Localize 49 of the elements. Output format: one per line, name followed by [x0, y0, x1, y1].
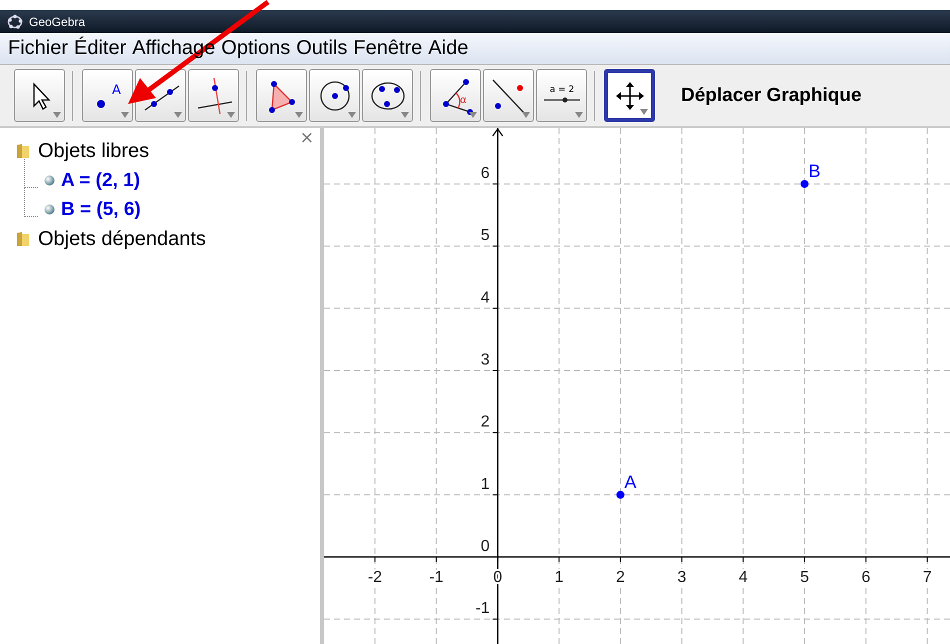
app-icon	[7, 14, 23, 30]
x-tick-label: 2	[616, 568, 625, 586]
x-tick-label: 7	[922, 568, 932, 586]
tool-name: Déplacer Graphique	[681, 84, 862, 106]
menu-item[interactable]: Fenêtre	[353, 37, 422, 60]
menu-item[interactable]: Aide	[428, 37, 468, 60]
y-tick-label: 6	[480, 164, 490, 182]
point-label: B	[808, 160, 821, 181]
object-label[interactable]: B = (5, 6)	[61, 198, 141, 220]
tool-button[interactable]: A	[82, 69, 133, 122]
x-tick-label: -2	[368, 568, 382, 586]
y-tick-label: 5	[480, 227, 490, 244]
point[interactable]	[800, 180, 809, 188]
tool-button[interactable]	[362, 69, 413, 122]
y-tick-label: 4	[480, 289, 490, 306]
tool-button[interactable]	[14, 69, 65, 122]
tool-button[interactable]	[188, 69, 239, 122]
folder-icon	[16, 143, 30, 159]
window-title: GeoGebra	[29, 14, 86, 28]
y-tick-label: 2	[480, 414, 490, 431]
folder-label[interactable]: Objets libres	[38, 140, 150, 162]
point[interactable]	[616, 490, 624, 499]
folder-icon	[16, 231, 30, 247]
point-object-icon	[44, 204, 55, 215]
x-tick-label: 4	[738, 568, 748, 586]
folder-label[interactable]: Objets dépendants	[38, 228, 206, 250]
point-object-icon	[44, 175, 55, 186]
y-tick-label: -1	[475, 600, 490, 618]
close-icon[interactable]: ×	[300, 128, 314, 148]
menu-item[interactable]: Outils	[296, 37, 348, 60]
x-tick-label: -1	[429, 568, 444, 586]
tool-button[interactable]	[256, 69, 307, 122]
tool-button[interactable]	[483, 69, 534, 122]
y-tick-label: 3	[480, 351, 490, 368]
x-tick-label: 3	[677, 568, 686, 586]
menu-item[interactable]: Options	[221, 37, 290, 60]
point-label: A	[624, 472, 636, 492]
tool-button[interactable]: a = 2	[536, 69, 587, 122]
x-tick-label: 1	[554, 568, 564, 586]
menu-item[interactable]: Éditer	[74, 37, 126, 60]
object-label[interactable]: A = (2, 1)	[61, 170, 140, 192]
y-tick-label: 1	[480, 476, 490, 493]
y-tick-label: 0	[480, 538, 490, 555]
x-tick-label: 6	[861, 568, 870, 586]
tool-button[interactable]: α	[430, 69, 481, 122]
tool-button[interactable]	[604, 69, 655, 122]
tool-button[interactable]	[309, 69, 360, 122]
x-tick-label: 5	[800, 568, 809, 586]
menu-item[interactable]: Fichier	[8, 37, 68, 60]
